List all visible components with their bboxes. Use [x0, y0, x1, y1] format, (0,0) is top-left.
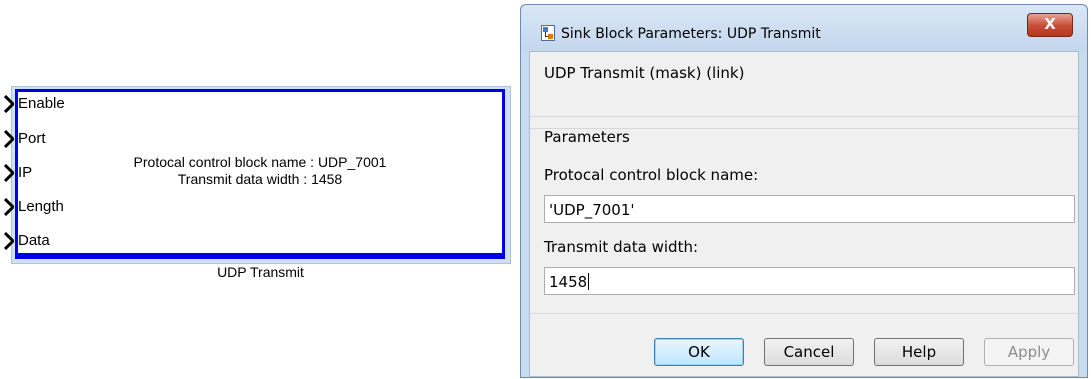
port-label: Length — [18, 198, 64, 215]
port-chevron-icon — [4, 164, 14, 182]
port-label: Port — [18, 130, 46, 147]
mask-title: UDP Transmit (mask) (link) — [544, 64, 745, 82]
dialog-title: Sink Block Parameters: UDP Transmit — [561, 26, 821, 42]
protocol-block-name-label: Protocal control block name: — [544, 166, 759, 184]
block-mask-display: Protocal control block name : UDP_7001 T… — [100, 154, 420, 188]
field-value: 1458 — [549, 273, 588, 291]
apply-button[interactable]: Apply — [984, 338, 1074, 366]
port-chevron-icon — [4, 95, 14, 113]
text-caret — [588, 273, 590, 290]
port-chevron-icon — [4, 232, 14, 250]
input-port-ip[interactable]: IP — [4, 162, 114, 186]
port-chevron-icon — [4, 130, 14, 148]
input-port-enable[interactable]: Enable — [4, 93, 114, 117]
block-name[interactable]: UDP Transmit — [0, 264, 521, 280]
dialog-client-area: UDP Transmit (mask) (link) Parameters Pr… — [529, 51, 1079, 377]
help-button[interactable]: Help — [874, 338, 964, 366]
block-parameters-dialog: Sink Block Parameters: UDP Transmit X UD… — [520, 4, 1088, 378]
input-port-length[interactable]: Length — [4, 196, 114, 220]
close-icon: X — [1044, 15, 1056, 33]
port-chevron-icon — [4, 198, 14, 216]
field-value: 'UDP_7001' — [549, 201, 635, 219]
transmit-data-width-input[interactable]: 1458 — [544, 267, 1075, 295]
port-label: Enable — [18, 95, 65, 112]
port-label: IP — [18, 164, 33, 181]
transmit-data-width-label: Transmit data width: — [544, 238, 699, 256]
dialog-titlebar[interactable]: Sink Block Parameters: UDP Transmit X — [521, 5, 1087, 51]
close-button[interactable]: X — [1027, 13, 1073, 37]
block-text-line: Protocal control block name : UDP_7001 — [133, 154, 387, 170]
port-label: Data — [18, 232, 50, 249]
cancel-button[interactable]: Cancel — [764, 338, 854, 366]
block-text-line: Transmit data width : 1458 — [177, 171, 343, 187]
ok-button[interactable]: OK — [654, 338, 744, 366]
input-port-data[interactable]: Data — [4, 230, 114, 254]
parameters-title: Parameters — [544, 128, 630, 146]
protocol-block-name-input[interactable]: 'UDP_7001' — [544, 195, 1075, 223]
input-port-port[interactable]: Port — [4, 128, 114, 152]
simulink-block-icon — [541, 25, 555, 41]
mask-description-group: UDP Transmit (mask) (link) — [530, 52, 1078, 117]
